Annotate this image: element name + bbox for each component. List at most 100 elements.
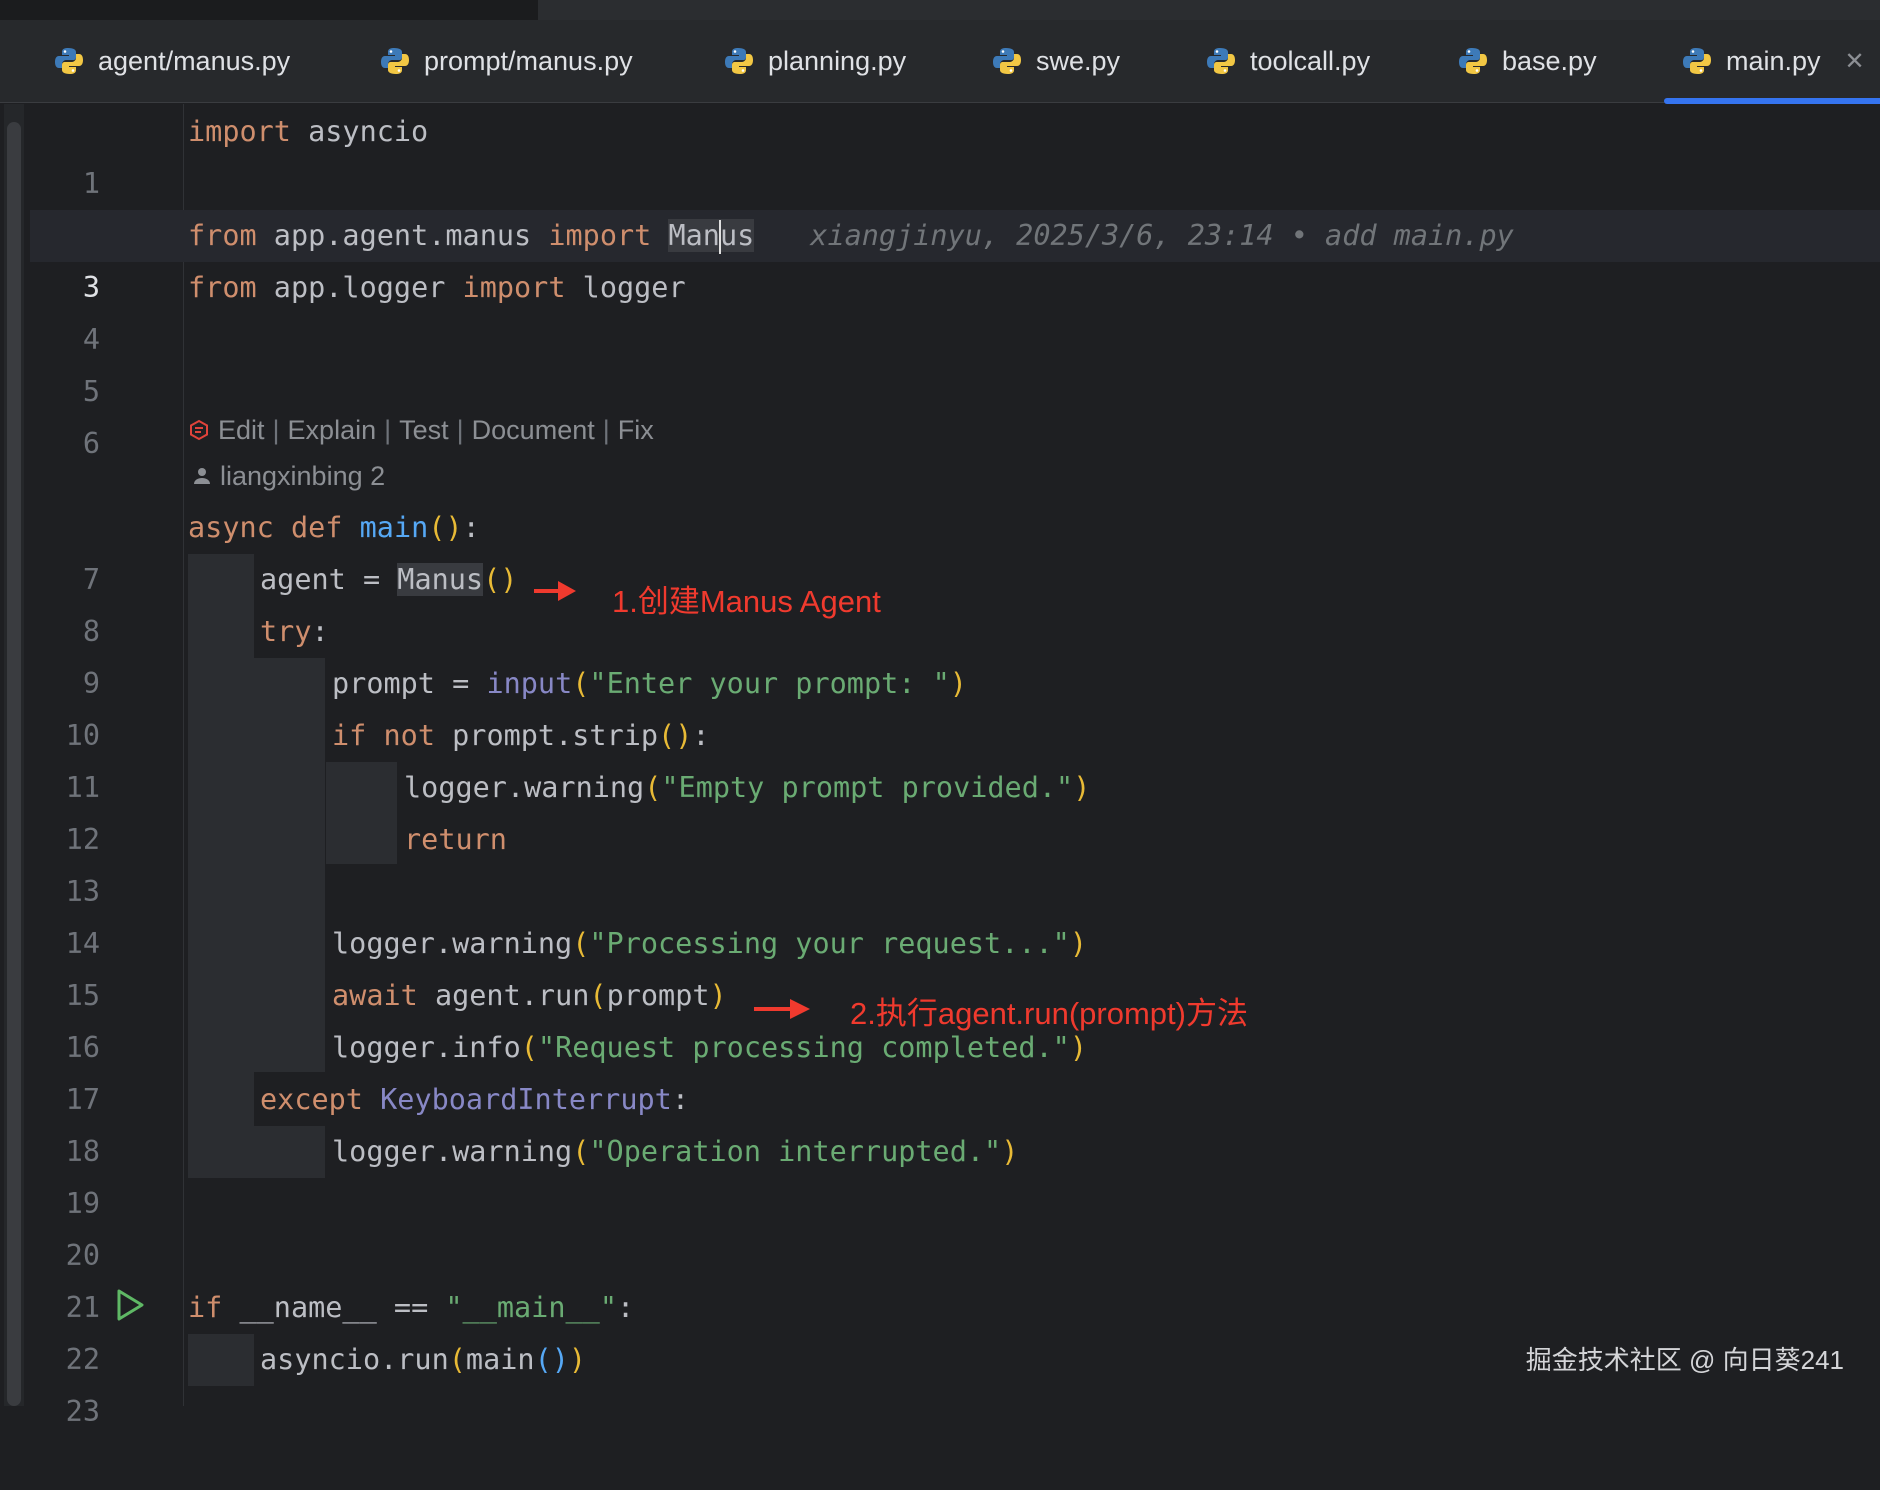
tab-prompt-manus[interactable]: prompt/manus.py [380, 20, 633, 102]
tab-label: swe.py [1036, 45, 1121, 76]
scrollbar-thumb[interactable] [7, 122, 21, 1406]
codelens-test[interactable]: Test [399, 415, 449, 446]
code-text: prompt = [332, 667, 487, 700]
tab-base[interactable]: base.py [1458, 20, 1597, 102]
tab-label: prompt/manus.py [424, 45, 633, 76]
code-line[interactable]: 4 from app.logger import logger [30, 262, 1880, 356]
code-text: logger.warning [332, 1135, 573, 1168]
keyword: if [332, 719, 367, 752]
code-text: logger [565, 271, 686, 304]
keyword: import [548, 219, 652, 252]
codelens-explain[interactable]: Explain [288, 415, 377, 446]
tab-main[interactable]: main.py ✕ [1664, 20, 1880, 104]
paren: ( [572, 927, 590, 960]
code-line[interactable]: 20 [30, 1178, 1880, 1272]
code-line[interactable]: 21 [30, 1230, 1880, 1324]
keyword: except [260, 1083, 363, 1116]
paren: ( [520, 1031, 538, 1064]
codelens-separator: | [272, 414, 280, 445]
paren: () [534, 1343, 569, 1376]
code-text: app.logger [256, 271, 463, 304]
code-line[interactable]: 18 except KeyboardInterrupt: [30, 1074, 1880, 1168]
code-text: asyncio.run [260, 1343, 449, 1376]
paren: ) [1069, 927, 1087, 960]
tab-planning[interactable]: planning.py [724, 20, 906, 102]
window-top-strip-dark [0, 0, 538, 20]
code-text: agent = [260, 563, 398, 596]
string-literal: "__main__" [445, 1291, 617, 1324]
tab-label: agent/manus.py [98, 45, 291, 76]
code-text: : [671, 1083, 689, 1116]
paren: () [428, 511, 463, 544]
paren: ( [572, 1135, 590, 1168]
ai-codelens: Edit | Explain | Test | Document | Fix [188, 409, 654, 451]
paren: ) [1073, 771, 1091, 804]
python-file-icon [55, 48, 83, 74]
function-name: main [359, 511, 429, 544]
keyword: return [404, 823, 507, 856]
code-line[interactable]: 13 return [30, 814, 1880, 908]
keyword: import [462, 271, 566, 304]
string-literal: "Operation interrupted." [589, 1135, 1002, 1168]
code-text: : [692, 719, 710, 752]
tab-label: toolcall.py [1250, 45, 1371, 76]
tab-agent-manus[interactable]: agent/manus.py [54, 20, 290, 102]
git-blame-annotation: xiangjinyu, 2025/3/6, 23:14 • add main.p… [810, 219, 1514, 252]
annotation-arrow-icon [754, 999, 810, 1019]
paren: () [658, 719, 693, 752]
code-line[interactable]: 12 logger.warning("Empty prompt provided… [30, 762, 1880, 856]
tab-label: main.py [1726, 45, 1821, 76]
code-line[interactable]: 5 [30, 314, 1880, 408]
paren: ) [568, 1343, 587, 1376]
python-file-icon [1683, 48, 1711, 74]
annotation-create-agent: 1.创建Manus Agent [612, 584, 881, 619]
tab-label: planning.py [768, 45, 907, 76]
code-line[interactable]: 19 logger.warning("Operation interrupted… [30, 1126, 1880, 1220]
codelens-document[interactable]: Document [472, 415, 595, 446]
code-line-current[interactable]: 3 from app.agent.manus import Manus xiang… [30, 210, 1880, 304]
code-text: logger.warning [332, 927, 573, 960]
line-number: 6 [82, 427, 100, 460]
codelens-fix[interactable]: Fix [618, 415, 654, 446]
run-play-icon[interactable] [114, 1288, 146, 1322]
active-tab-indicator [1664, 98, 1880, 104]
string-literal: "Request processing completed." [537, 1031, 1070, 1064]
paren: ) [1001, 1135, 1019, 1168]
keyword: def [290, 511, 343, 544]
tab-toolcall[interactable]: toolcall.py [1206, 20, 1370, 102]
close-icon[interactable]: ✕ [1845, 47, 1865, 76]
paren: ( [448, 1343, 466, 1376]
code-line[interactable]: 15 logger.warning("Processing your reque… [30, 918, 1880, 1012]
codelens-separator: | [602, 414, 610, 445]
code-line[interactable]: 2 [30, 158, 1880, 252]
keyword: try [260, 615, 312, 648]
code-text: : [311, 615, 329, 648]
code-line[interactable]: 8 agent = Manus() [30, 554, 1880, 648]
code-line[interactable]: 22 if __name__ == "__main__": [30, 1282, 1880, 1376]
code-text: : [616, 1291, 635, 1324]
tab-swe[interactable]: swe.py [992, 20, 1120, 102]
class-reference: KeyboardInterrupt [380, 1083, 672, 1116]
code-line[interactable]: 14 [30, 866, 1880, 960]
code-text: logger.warning [404, 771, 645, 804]
paren: ( [572, 667, 590, 700]
code-line[interactable]: 9 try: [30, 606, 1880, 700]
code-line[interactable]: 10 prompt = input("Enter your prompt: ") [30, 658, 1880, 752]
paren: () [483, 563, 518, 596]
author-codelens[interactable]: liangxinbing 2 [192, 456, 385, 496]
paren: ( [644, 771, 662, 804]
code-text: logger.info [332, 1031, 521, 1064]
watermark: 掘金技术社区 @ 向日葵241 [1525, 1345, 1844, 1375]
paren: ) [1069, 1031, 1088, 1064]
code-line[interactable]: 1 import asyncio [30, 106, 1880, 200]
symbol-highlight: Manus [668, 219, 755, 254]
code-text: prompt.strip [434, 719, 659, 752]
editor-tab-bar: agent/manus.py prompt/manus.py planning.… [0, 20, 1880, 104]
code-text: : [462, 511, 480, 544]
code-line[interactable]: 7 async def main(): [30, 502, 1880, 596]
codelens-edit[interactable]: Edit [218, 415, 265, 446]
line-number: 23 [65, 1395, 100, 1428]
author-name: liangxinbing 2 [220, 460, 386, 491]
code-line[interactable]: 11 if not prompt.strip(): [30, 710, 1880, 804]
keyword: import [188, 115, 291, 148]
